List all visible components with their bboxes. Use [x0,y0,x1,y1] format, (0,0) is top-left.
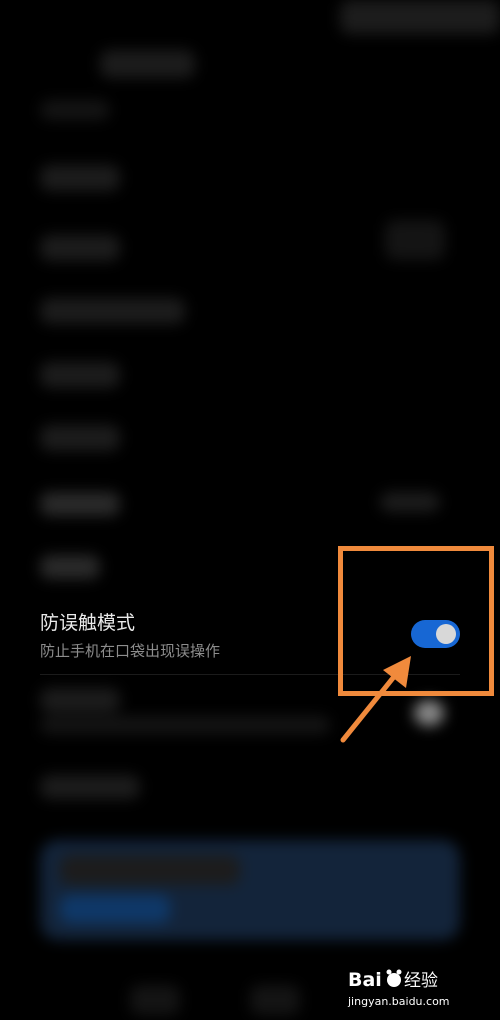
setting-title: 防误触模式 [40,612,136,634]
blurred-settings-background [0,0,500,1020]
baidu-logo-icon: Bai 经验 jingyan.baidu.com [347,969,450,1008]
annotation-arrow-icon [340,656,411,743]
svg-text:经验: 经验 [404,971,438,991]
setting-subtitle: 防止手机在口袋出现误操作 [40,642,221,660]
svg-text:Bai: Bai [348,969,382,991]
baidu-jingyan-watermark: Bai 经验 jingyan.baidu.com [346,962,476,1010]
svg-text:jingyan.baidu.com: jingyan.baidu.com [347,995,450,1008]
